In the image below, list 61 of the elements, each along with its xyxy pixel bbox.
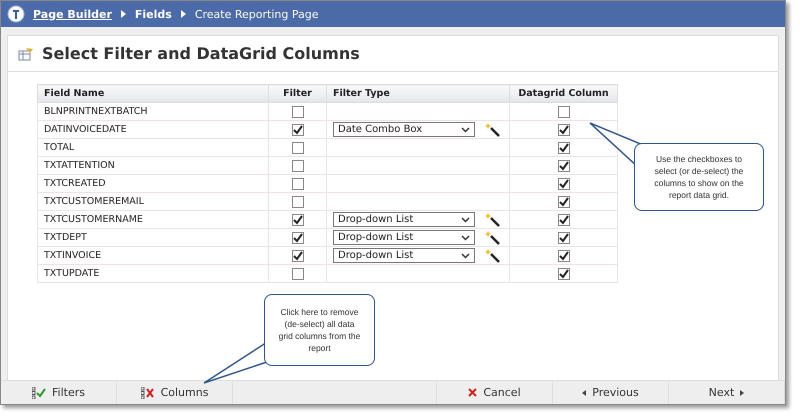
chevron-down-icon <box>461 216 470 222</box>
field-name-cell: TXTATTENTION <box>38 156 268 174</box>
callout-text: Use the checkboxes to select (or de-select) the columns to show on the report data grid. <box>634 143 764 211</box>
filter-checkbox[interactable] <box>292 232 304 244</box>
column-header: Filter <box>268 84 326 102</box>
magic-wand-icon[interactable] <box>485 122 501 138</box>
breadcrumb-current: Create Reporting Page <box>194 8 318 20</box>
left-arrow-icon <box>582 390 586 396</box>
filter-checkbox[interactable] <box>292 196 304 208</box>
magic-wand-icon[interactable] <box>485 230 501 246</box>
magic-wand-icon[interactable] <box>485 248 501 264</box>
page-title: Select Filter and DataGrid Columns <box>42 44 360 63</box>
filter-checkbox[interactable] <box>292 124 304 136</box>
field-name-cell: BLNPRINTNEXTBATCH <box>38 102 268 120</box>
datagrid-checkbox[interactable] <box>558 106 570 118</box>
filter-checkbox[interactable] <box>292 268 304 280</box>
datagrid-checkbox[interactable] <box>558 124 570 136</box>
chevron-down-icon <box>461 126 470 132</box>
filter-type-dropdown[interactable]: Date Combo Box <box>333 122 475 137</box>
field-name-cell: TXTUPDATE <box>38 264 268 282</box>
filter-checkbox[interactable] <box>292 178 304 190</box>
column-header: Filter Type <box>326 84 510 102</box>
chevron-down-icon <box>461 252 470 258</box>
datagrid-checkbox[interactable] <box>558 160 570 172</box>
datagrid-checkbox[interactable] <box>558 196 570 208</box>
field-name-cell: DATINVOICEDATE <box>38 120 268 138</box>
filter-type-dropdown[interactable]: Drop-down List <box>333 212 475 227</box>
logo-icon <box>7 5 25 23</box>
datagrid-checkbox[interactable] <box>558 250 570 262</box>
field-name-cell: TXTCREATED <box>38 174 268 192</box>
filter-checkbox[interactable] <box>292 160 304 172</box>
field-name-cell: TXTDEPT <box>38 228 268 246</box>
magic-wand-icon[interactable] <box>485 212 501 228</box>
column-header: Field Name <box>38 84 268 102</box>
breadcrumb-item[interactable]: Fields <box>134 8 172 20</box>
chevron-icon <box>180 10 186 18</box>
filter-checkbox[interactable] <box>292 106 304 118</box>
filter-checkbox[interactable] <box>292 142 304 154</box>
chevron-icon <box>120 10 126 18</box>
chevron-down-icon <box>461 234 470 240</box>
datagrid-checkbox[interactable] <box>558 268 570 280</box>
datagrid-checkbox[interactable] <box>558 232 570 244</box>
filter-type-dropdown[interactable]: Drop-down List <box>333 248 475 263</box>
table-icon <box>18 46 34 60</box>
right-arrow-icon <box>740 390 744 396</box>
field-name-cell: TXTCUSTOMERNAME <box>38 210 268 228</box>
filter-checkbox[interactable] <box>292 214 304 226</box>
column-header: Datagrid Column <box>510 84 618 102</box>
callout-text: Click here to remove (de-select) all data grid columns from the report <box>264 294 375 366</box>
datagrid-checkbox[interactable] <box>558 214 570 226</box>
filter-type-dropdown[interactable]: Drop-down List <box>333 230 475 245</box>
list-check-icon <box>32 386 46 398</box>
datagrid-checkbox[interactable] <box>558 142 570 154</box>
field-name-cell: TOTAL <box>38 138 268 156</box>
filter-checkbox[interactable] <box>292 250 304 262</box>
breadcrumb-link[interactable]: Page Builder <box>33 8 112 20</box>
field-name-cell: TXTINVOICE <box>38 246 268 264</box>
close-icon <box>468 388 478 397</box>
field-name-cell: TXTCUSTOMEREMAIL <box>38 192 268 210</box>
list-cross-icon <box>140 386 155 398</box>
datagrid-checkbox[interactable] <box>558 178 570 190</box>
